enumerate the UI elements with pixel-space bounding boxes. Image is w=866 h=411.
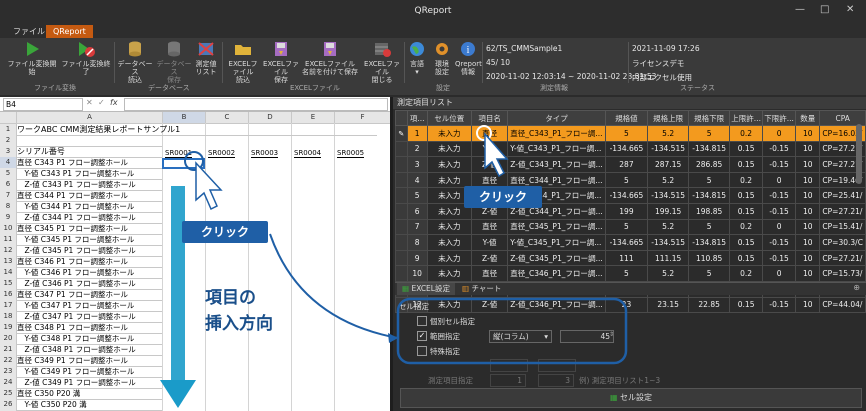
annotation-overlay [160,125,628,408]
guide-arrow [269,233,399,339]
direction-text-line1: 項目の [205,288,256,308]
mouse-cursor-icon [484,132,509,178]
click-callout: クリック [182,221,268,243]
direction-arrow-head [160,380,196,408]
mouse-cursor-icon [195,161,223,211]
direction-text-line2: 挿入方向 [205,314,273,334]
direction-arrow-shaft [171,186,185,382]
arrow-head [388,333,398,343]
highlight-frame [396,297,628,365]
click-callout: クリック [464,186,542,208]
